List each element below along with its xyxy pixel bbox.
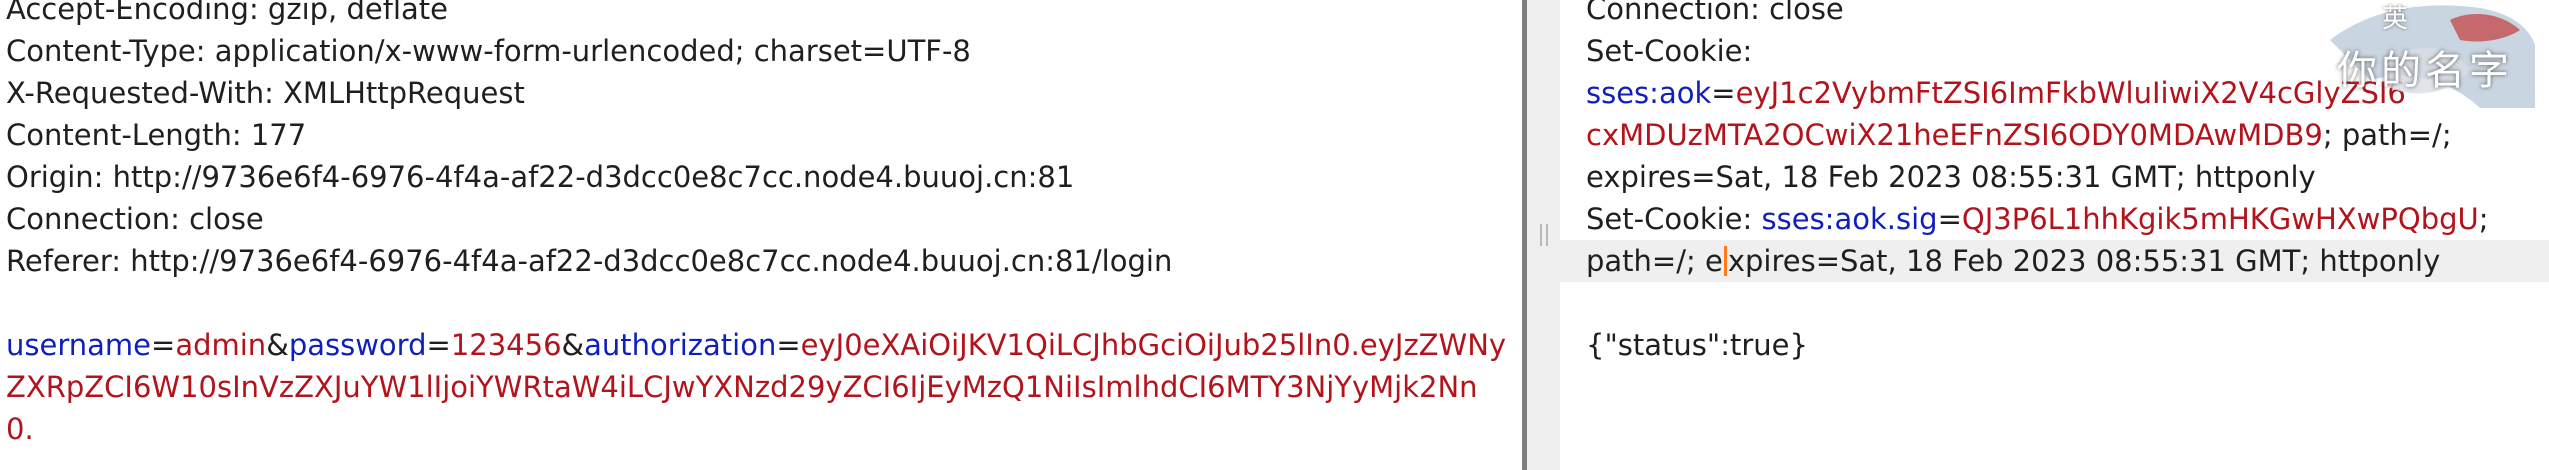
request-body-line: username=admin&password=123456&authoriza… <box>6 324 1522 366</box>
response-line: cxMDUzMTA2OCwiX21heEFnZSI6ODY0MDAwMDB9; … <box>1586 114 2549 156</box>
equals-sign: = <box>151 328 176 362</box>
request-line: Referer: http://9736e6f4-6976-4f4a-af22-… <box>6 244 1173 278</box>
response-line-current: path=/; e xpires=Sat, 18 Feb 2023 08:55:3… <box>1560 240 2549 282</box>
cookie-name: sses:aok.sig <box>1761 202 1938 236</box>
param-value: ZXRpZCI6W10sInVzZXJuYW1lIjoiYWRtaW4iLCJw… <box>6 370 1478 404</box>
equals-sign: = <box>426 328 451 362</box>
response-line: Set-Cookie: <box>1586 34 1753 68</box>
header-label: Set-Cookie: <box>1586 202 1762 236</box>
request-line: X-Requested-With: XMLHttpRequest <box>6 76 525 110</box>
ampersand: & <box>266 328 289 362</box>
request-body-line: 0. <box>6 408 1522 450</box>
pane-splitter[interactable] <box>1522 0 1560 470</box>
cookie-name: sses:aok <box>1586 76 1712 110</box>
response-editor[interactable]: Connection: close Set-Cookie: sses:aok=e… <box>1560 0 2549 470</box>
equals-sign: = <box>1937 202 1962 236</box>
cookie-value: QJ3P6L1hhKgik5mHKGwHXwPQbgU <box>1961 202 2479 236</box>
cookie-attrs: ; path=/; <box>2322 118 2452 152</box>
response-body-line: {"status":true} <box>1586 328 1808 362</box>
param-value: admin <box>175 328 267 362</box>
request-editor[interactable]: Accept-Encoding: gzip, deflate Content-T… <box>0 0 1522 470</box>
response-line: Connection: close <box>1586 0 1844 26</box>
response-line: expires=Sat, 18 Feb 2023 08:55:31 GMT; h… <box>1586 160 2316 194</box>
cookie-value: cxMDUzMTA2OCwiX21heEFnZSI6ODY0MDAwMDB9 <box>1586 118 2323 152</box>
response-line: sses:aok=eyJ1c2VybmFtZSI6ImFkbWluIiwiX2V… <box>1586 72 2549 114</box>
cookie-attrs: path=/; e <box>1586 244 1723 278</box>
cookie-attrs: xpires=Sat, 18 Feb 2023 08:55:31 GMT; ht… <box>1727 244 2441 278</box>
request-line: Origin: http://9736e6f4-6976-4f4a-af22-d… <box>6 160 1075 194</box>
param-value: 123456 <box>450 328 562 362</box>
param-key: username <box>6 328 151 362</box>
equals-sign: = <box>776 328 801 362</box>
request-line: Connection: close <box>6 202 264 236</box>
param-value: eyJ0eXAiOiJKV1QiLCJhbGciOiJub25lIn0.eyJz… <box>800 328 1507 362</box>
text-caret <box>1723 246 1727 276</box>
request-line: Content-Length: 177 <box>6 118 307 152</box>
splitter-grip-icon[interactable] <box>1540 224 1548 246</box>
request-line: Content-Type: application/x-www-form-url… <box>6 34 971 68</box>
cookie-value: eyJ1c2VybmFtZSI6ImFkbWluIiwiX2V4cGlyZSI6 <box>1735 76 2406 110</box>
ampersand: & <box>561 328 585 362</box>
splitter-bar <box>1522 0 1527 470</box>
request-line: Accept-Encoding: gzip, deflate <box>6 0 448 26</box>
param-value: 0. <box>6 412 34 446</box>
response-line: Set-Cookie: sses:aok.sig=QJ3P6L1hhKgik5m… <box>1586 198 2549 240</box>
equals-sign: = <box>1711 76 1736 110</box>
param-key: authorization <box>584 328 777 362</box>
param-key: password <box>288 328 427 362</box>
request-body-line: ZXRpZCI6W10sInVzZXJuYW1lIjoiYWRtaW4iLCJw… <box>6 366 1522 408</box>
cookie-attrs: ; <box>2478 202 2489 236</box>
